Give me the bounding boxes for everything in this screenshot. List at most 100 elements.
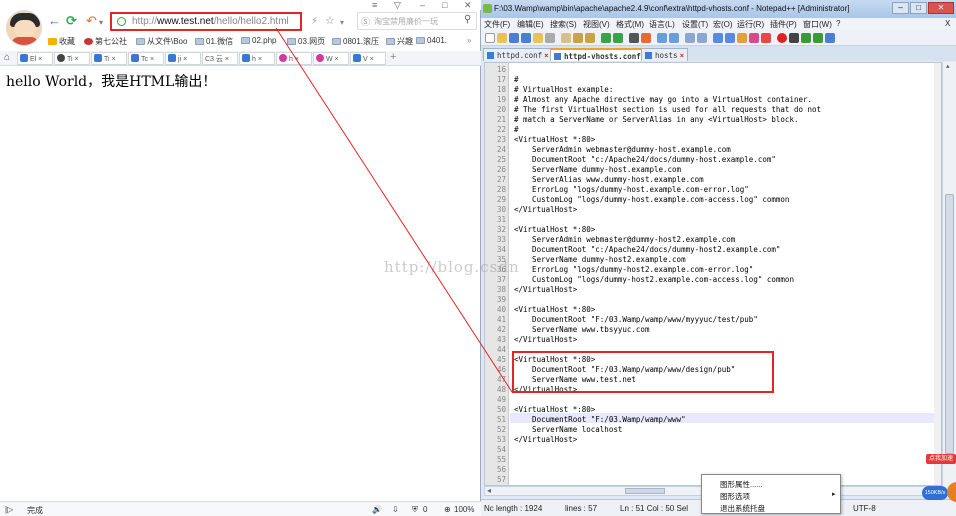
function-list-icon[interactable] (749, 33, 759, 43)
code-line[interactable]: DocumentRoot "F:/03.Wamp/wamp/www/myyyuc… (514, 315, 758, 325)
code-line[interactable]: CustomLog "logs/dummy-host.example.com-a… (514, 195, 789, 205)
code-editor[interactable]: 16 17 18 19 20 21 22 23 24 25 26 27 28 29 30 31 32 33 34 35… (484, 62, 942, 486)
new-file-icon[interactable] (485, 33, 495, 43)
menu-macro[interactable]: 宏(O) (713, 19, 733, 30)
code-line[interactable]: </VirtualHost> (514, 335, 577, 345)
ctx-item-properties[interactable]: 图形属性...... (720, 479, 763, 490)
vscroll-thumb[interactable] (945, 194, 954, 454)
code-line[interactable]: ServerAlias www.dummy-host.example.com (514, 175, 704, 185)
ctx-item-exit[interactable]: 退出系统托盘 (720, 503, 765, 514)
code-line[interactable]: CustomLog "logs/dummy-host2.example.com-… (514, 275, 794, 285)
back-icon[interactable]: ← (48, 14, 61, 28)
browser-tab[interactable]: C3 云 × (202, 52, 238, 65)
minimize-icon[interactable]: – (892, 2, 909, 14)
code-line[interactable]: ErrorLog "logs/dummy-host2.example.com-e… (514, 265, 753, 275)
code-line[interactable]: # The first VirtualHost section is used … (514, 105, 821, 115)
maximize-icon[interactable]: □ (910, 2, 927, 14)
code-line[interactable]: ErrorLog "logs/dummy-host.example.com-er… (514, 185, 749, 195)
code-line[interactable]: <VirtualHost *:80> (514, 405, 595, 415)
zoom-in-icon[interactable] (657, 33, 667, 43)
code-line[interactable]: # match a ServerName or ServerAlias in a… (514, 115, 798, 125)
print-icon[interactable] (545, 33, 555, 43)
dropdown-icon[interactable]: ▾ (340, 16, 344, 30)
download-icon[interactable]: ⇩ (392, 505, 399, 514)
undo-icon[interactable]: ↶ (86, 14, 97, 28)
menu-run[interactable]: 运行(R) (737, 19, 764, 30)
zoom-icon[interactable]: ⊕ (444, 505, 451, 514)
replace-icon[interactable] (641, 33, 651, 43)
file-tab-httpd-vhosts[interactable]: httpd-vhosts.conf× (550, 48, 652, 61)
code-line[interactable]: <VirtualHost *:80> (514, 135, 595, 145)
sync-scroll-icon[interactable] (685, 33, 695, 43)
sidebar-toggle-icon[interactable]: |▷ (5, 505, 13, 514)
file-tab-httpd-conf[interactable]: httpd.conf × (483, 48, 553, 61)
browser-tab[interactable]: V × (350, 52, 386, 65)
close-file-icon[interactable] (533, 33, 543, 43)
home-icon[interactable]: ⌂ (4, 52, 10, 63)
more-bookmarks-icon[interactable]: » (467, 36, 471, 45)
shield-icon[interactable]: ⛨ (412, 505, 418, 515)
vertical-scrollbar[interactable]: ▴ (942, 62, 956, 496)
browser-tab[interactable]: h × (276, 52, 312, 65)
code-line[interactable]: # Almost any Apache directive may go int… (514, 95, 812, 105)
menu-help[interactable]: ? (836, 19, 840, 28)
code-line[interactable]: DocumentRoot "F:/03.Wamp/wamp/www" (514, 415, 686, 425)
code-line[interactable]: ServerAdmin webmaster@dummy-host2.exampl… (514, 235, 735, 245)
avatar[interactable] (6, 10, 42, 46)
all-chars-icon[interactable] (713, 33, 723, 43)
bookmark-item[interactable]: 从文件\Boo (136, 36, 187, 47)
browser-tab[interactable]: ji × (165, 52, 201, 65)
bookmark-item[interactable]: 02.php (241, 36, 276, 45)
stop-macro-icon[interactable] (789, 33, 799, 43)
close-icon[interactable]: ✕ (464, 0, 472, 10)
code-line[interactable]: <VirtualHost *:80> (514, 225, 595, 235)
chevron-down-icon[interactable]: ▾ (99, 16, 103, 30)
word-wrap-icon[interactable] (697, 33, 707, 43)
close-icon[interactable]: ✕ (928, 2, 954, 14)
menu-search[interactable]: 搜索(S) (550, 19, 577, 30)
address-url[interactable]: http://www.test.net/hello/hello2.html (132, 16, 289, 27)
search-icon[interactable]: ⚲ (464, 14, 471, 25)
code-line[interactable]: </VirtualHost> (514, 205, 577, 215)
bookmark-item[interactable]: 兴趣 (386, 36, 413, 47)
bookmark-item[interactable]: 0801.滚压 (332, 36, 379, 47)
browser-tab[interactable]: El × (17, 52, 53, 65)
record-macro-icon[interactable] (777, 33, 787, 43)
save-icon[interactable] (509, 33, 519, 43)
code-line[interactable]: DocumentRoot "c:/Apache24/docs/dummy-hos… (514, 245, 780, 255)
speaker-icon[interactable]: 🔊 (372, 505, 382, 514)
find-icon[interactable] (629, 33, 639, 43)
run-macro-multiple-icon[interactable] (813, 33, 823, 43)
paste-icon[interactable] (585, 33, 595, 43)
code-line[interactable]: ServerName dummy-host2.example.com (514, 255, 686, 265)
address-bar[interactable]: http://www.test.net/hello/hello2.html (110, 12, 302, 31)
menu-close[interactable]: X (945, 19, 950, 28)
scroll-left-icon[interactable]: ◂ (487, 486, 491, 495)
search-box[interactable]: Ⓢ 淘宝禁用廉价一玩 ⚲ (357, 12, 477, 30)
menu-icon[interactable]: ≡ (372, 0, 377, 10)
menu-edit[interactable]: 编辑(E) (517, 19, 544, 30)
menu-window[interactable]: 窗口(W) (803, 19, 832, 30)
browser-tab[interactable]: h × (239, 52, 275, 65)
bookmark-item[interactable]: 01.微信 (195, 36, 233, 47)
code-line[interactable]: ServerName dummy-host.example.com (514, 165, 681, 175)
menu-settings[interactable]: 设置(T) (682, 19, 708, 30)
play-macro-icon[interactable] (801, 33, 811, 43)
browser-tab[interactable]: Tc × (128, 52, 164, 65)
code-line[interactable]: </VirtualHost> (514, 285, 577, 295)
undo-icon[interactable] (601, 33, 611, 43)
code-line[interactable]: ServerAdmin webmaster@dummy-host.example… (514, 145, 731, 155)
bookmark-item[interactable]: 第七公社 (84, 36, 127, 47)
minimize-icon[interactable]: – (420, 0, 425, 10)
pin-icon[interactable]: ▽ (394, 0, 401, 10)
speed-widget[interactable]: 点我加速 150KB/s (922, 450, 956, 504)
save-all-icon[interactable] (521, 33, 531, 43)
code-line[interactable]: # (514, 75, 519, 85)
indent-guide-icon[interactable] (725, 33, 735, 43)
folder-workspace-icon[interactable] (761, 33, 771, 43)
code-line[interactable]: # (514, 125, 519, 135)
bookmark-favorites[interactable]: 收藏 (48, 36, 75, 47)
code-line[interactable]: # VirtualHost example: (514, 85, 613, 95)
open-file-icon[interactable] (497, 33, 507, 43)
menu-file[interactable]: 文件(F) (484, 19, 510, 30)
